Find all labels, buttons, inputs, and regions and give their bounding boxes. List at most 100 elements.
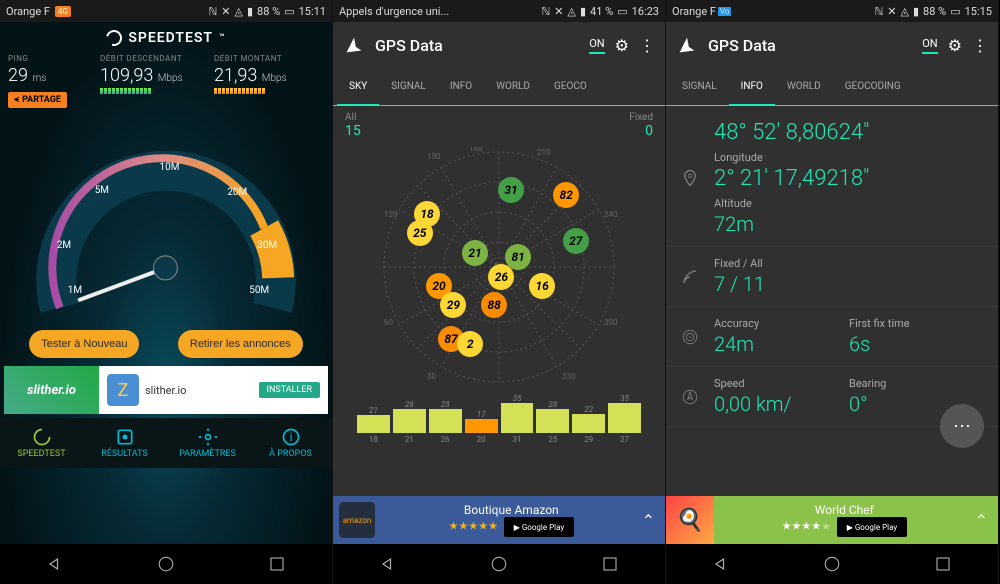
signal-bar: 1720 xyxy=(465,419,498,433)
battery-icon: ▭ xyxy=(950,5,960,18)
satellite-icon xyxy=(680,257,700,296)
svg-text:1M: 1M xyxy=(68,285,82,296)
fab-more[interactable]: ⋯ xyxy=(940,404,984,448)
settings-icon[interactable]: ⚙ xyxy=(948,36,962,55)
tab-geocoding[interactable]: GEOCO xyxy=(542,81,599,92)
settings-icon[interactable]: ⚙ xyxy=(615,36,629,55)
speed-label: Speed xyxy=(714,377,849,390)
app-title: GPS Data xyxy=(708,36,912,55)
signal-bar: 3527 xyxy=(608,403,641,433)
firstfix-label: First fix time xyxy=(849,317,984,330)
menu-icon[interactable]: ⋮ xyxy=(972,36,988,55)
svg-text:210: 210 xyxy=(537,148,551,157)
signal-bar: 2826 xyxy=(429,409,462,433)
battery-label: 88 % xyxy=(923,5,946,18)
svg-text:20M: 20M xyxy=(227,187,247,198)
nav-bar xyxy=(333,544,665,584)
home-button[interactable] xyxy=(820,552,844,576)
recent-button[interactable] xyxy=(931,552,955,576)
google-play-badge: ▶ Google Play xyxy=(504,517,574,537)
longitude-value: 2° 21' 17,49218" xyxy=(714,166,984,191)
back-button[interactable] xyxy=(43,552,67,576)
status-bar: Orange F Vo ℕ✕◬▮88 %▭15:15 xyxy=(666,0,998,22)
signal-icon: ▮ xyxy=(913,5,919,18)
tab-geocoding[interactable]: GEOCODING xyxy=(833,81,913,92)
gps-toggle[interactable]: ON xyxy=(589,37,604,54)
svg-text:30: 30 xyxy=(427,372,436,381)
fixed-value: 0 xyxy=(645,123,653,139)
all-value: 15 xyxy=(345,123,361,139)
radar-plot: N 180 210 240 300 330 30 60 120 150 3182… xyxy=(379,147,619,387)
tab-results[interactable]: RÉSULTATS xyxy=(83,418,166,468)
battery-icon: ▭ xyxy=(284,5,294,18)
tab-signal[interactable]: SIGNAL xyxy=(670,81,729,92)
wifi-icon: ◬ xyxy=(568,5,576,18)
clock-label: 15:15 xyxy=(965,5,992,18)
sky-view: All15 Fixed0 N 180 21 xyxy=(333,106,665,488)
signal-icon: ▮ xyxy=(247,5,253,18)
chevron-up-icon: ⌃ xyxy=(975,511,998,530)
upload-label: DÉBIT MONTANT xyxy=(214,54,324,63)
fixed-all-label: Fixed / All xyxy=(714,257,984,270)
app-header: SPEEDTEST™ xyxy=(0,22,332,54)
tab-world[interactable]: WORLD xyxy=(775,81,833,92)
gps-content: GPS Data ON ⚙ ⋮ SIGNAL INFO WORLD GEOCOD… xyxy=(666,22,998,544)
longitude-label: Longitude xyxy=(714,151,984,164)
recent-button[interactable] xyxy=(265,552,289,576)
accuracy-value: 24m xyxy=(714,332,849,356)
phone-gps-sky: Appels d'urgence uni... ℕ✕◬▮41 %▭16:23 G… xyxy=(333,0,666,584)
status-bar: Orange F4G ℕ✕◬▮88 %▭15:11 xyxy=(0,0,332,22)
back-button[interactable] xyxy=(376,552,400,576)
ad-banner[interactable]: slither.io Z slither.io INSTALLER xyxy=(4,366,328,414)
svg-text:i: i xyxy=(289,430,292,444)
network-badge: 4G xyxy=(55,6,71,17)
install-button[interactable]: INSTALLER xyxy=(259,382,320,398)
status-bar: Appels d'urgence uni... ℕ✕◬▮41 %▭16:23 xyxy=(333,0,665,22)
tab-world[interactable]: WORLD xyxy=(484,81,542,92)
download-bars xyxy=(100,88,210,94)
share-icon: ⪪ xyxy=(14,95,19,105)
nfc-icon: ℕ xyxy=(208,5,217,18)
tab-info[interactable]: INFO xyxy=(729,69,775,106)
ad-banner[interactable]: 🍳 World Chef ★★★★★▶ Google Play ⌃ xyxy=(666,496,998,544)
tab-settings[interactable]: PARAMÈTRES xyxy=(166,418,249,468)
fixed-all-value: 7 / 11 xyxy=(714,272,984,296)
tab-speedtest[interactable]: SPEEDTEST xyxy=(0,418,83,468)
ad-image: slither.io xyxy=(4,366,99,414)
home-button[interactable] xyxy=(154,552,178,576)
tab-sky[interactable]: SKY xyxy=(337,69,379,106)
upload-bars xyxy=(214,88,324,94)
tab-about[interactable]: iÀ PROPOS xyxy=(249,418,332,468)
recent-button[interactable] xyxy=(598,552,622,576)
vibrate-icon: ✕ xyxy=(221,5,230,18)
altitude-value: 72m xyxy=(714,212,984,236)
svg-text:50M: 50M xyxy=(249,285,269,296)
satellite-marker: 31 xyxy=(498,177,524,203)
share-button[interactable]: ⪪PARTAGE xyxy=(8,92,67,108)
accuracy-icon xyxy=(680,317,700,356)
signal-bar: 3531 xyxy=(501,403,534,433)
speedtest-logo-icon xyxy=(103,27,125,49)
google-play-badge: ▶ Google Play xyxy=(837,517,907,537)
ad-title: Boutique Amazon xyxy=(381,503,642,517)
app-header: GPS Data ON ⚙ ⋮ xyxy=(666,22,998,68)
svg-text:150: 150 xyxy=(427,152,441,161)
home-button[interactable] xyxy=(487,552,511,576)
tab-bar: SIGNAL INFO WORLD GEOCODING xyxy=(666,68,998,106)
tab-bar: SKY SIGNAL INFO WORLD GEOCO xyxy=(333,68,665,106)
nav-bar xyxy=(0,544,332,584)
svg-text:2M: 2M xyxy=(57,240,71,251)
ad-icon: Z xyxy=(107,374,139,406)
tab-signal[interactable]: SIGNAL xyxy=(379,81,438,92)
gps-toggle[interactable]: ON xyxy=(922,37,937,54)
carrier-label: Orange F xyxy=(672,5,716,18)
vibrate-icon: ✕ xyxy=(887,5,896,18)
speed-value: 0,00 km/ xyxy=(714,392,849,416)
tab-info[interactable]: INFO xyxy=(438,81,484,92)
satellite-marker: 26 xyxy=(488,264,514,290)
menu-icon[interactable]: ⋮ xyxy=(639,36,655,55)
back-button[interactable] xyxy=(709,552,733,576)
signal-bar: 2825 xyxy=(536,409,569,433)
nav-bar xyxy=(666,544,998,584)
ad-banner[interactable]: amazon Boutique Amazon ★★★★★▶ Google Pla… xyxy=(333,496,665,544)
